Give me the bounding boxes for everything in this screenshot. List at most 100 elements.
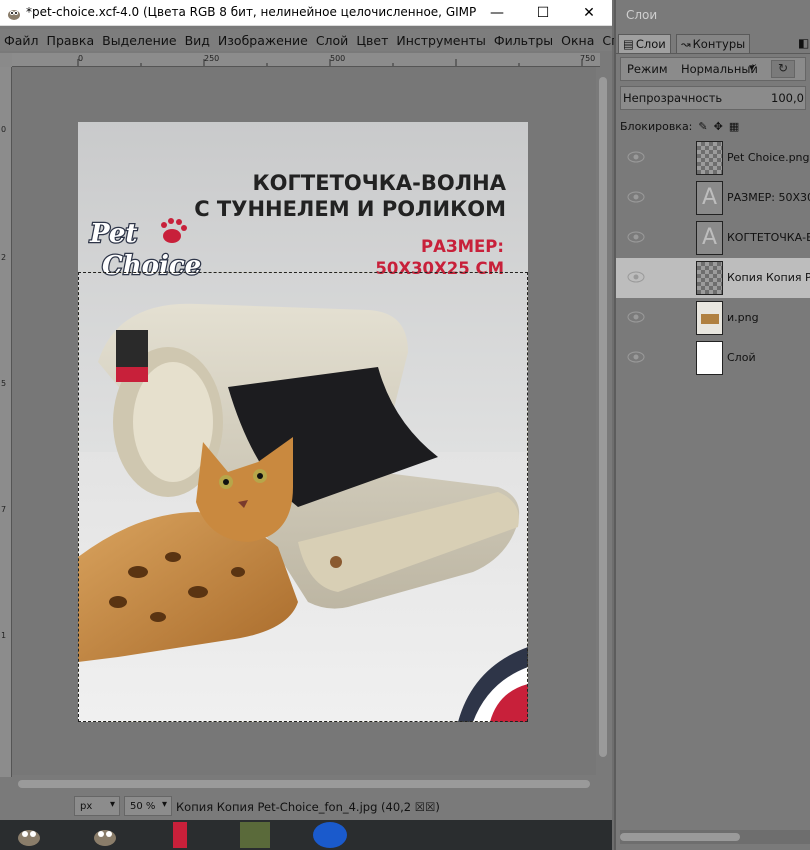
menu-file[interactable]: Файл [0,33,43,48]
layer-boundary [78,272,528,722]
tab-paths-label: Контуры [692,37,746,51]
lock-alpha-icon[interactable]: ▦ [729,120,739,133]
ruler-tick-label: 5 [1,379,7,388]
image-thumbnail-taskbar[interactable] [305,820,355,850]
menu-filters[interactable]: Фильтры [490,33,557,48]
paw-icon [161,218,187,243]
layer-row[interactable]: Pet Choice.png [616,138,810,178]
layer-row[interactable]: A РАЗМЕР: 50X30X2 [616,178,810,218]
text-layer-icon: A [696,181,723,215]
menu-view[interactable]: Вид [181,33,214,48]
paths-icon: ↝ [681,37,691,51]
logo-word-pet: Pet [89,219,137,249]
horizontal-scrollbar-thumb[interactable] [18,780,590,788]
taskbar [0,820,612,850]
menu-tools[interactable]: Инструменты [392,33,489,48]
ruler-tick-label: 2 [1,253,7,262]
layer-thumbnail [696,301,723,335]
headline-line-2: С ТУННЕЛЕМ И РОЛИКОМ [194,197,506,221]
eye-icon[interactable] [626,190,646,204]
layer-row-selected[interactable]: Копия Копия Pet [616,258,810,298]
layer-row[interactable]: Слой [616,338,810,378]
size-label: РАЗМЕР: [421,237,504,256]
menu-layer[interactable]: Слой [312,33,353,48]
gimp-image-window: *pet-choice.xcf-4.0 (Цвета RGB 8 бит, не… [0,0,657,850]
tab-layers[interactable]: ▤ Слои [618,34,671,53]
eye-icon[interactable] [626,270,646,284]
headline-text: КОГТЕТОЧКА-ВОЛНА С ТУННЕЛЕМ И РОЛИКОМ [194,170,506,222]
dock-tabs: ▤ Слои ↝ Контуры ◧ [616,32,810,54]
dock-horizontal-scrollbar[interactable] [620,830,810,844]
eye-icon[interactable] [626,310,646,324]
zoom-value: 50 % [130,800,156,812]
gimp-taskbar-icon[interactable] [4,820,54,850]
horizontal-scrollbar[interactable] [12,777,596,791]
ruler-tick-label: 1 [1,631,7,640]
layer-thumbnail [696,261,723,295]
layers-list: Pet Choice.png A РАЗМЕР: 50X30X2 A КОГТЕ… [616,138,810,378]
eye-icon[interactable] [626,350,646,364]
status-bar: px ▾ 50 % ▾ Копия Копия Pet-Choice_fon_4… [0,792,612,820]
menu-edit[interactable]: Правка [43,33,99,48]
ruler-tick-label: 7 [1,505,7,514]
layer-name: КОГТЕТОЧКА-ВОЛ [727,231,810,244]
eye-icon[interactable] [626,150,646,164]
title-bar: *pet-choice.xcf-4.0 (Цвета RGB 8 бит, не… [0,0,612,26]
layer-thumbnail [696,341,723,375]
dock-scrollbar-thumb[interactable] [620,833,740,841]
minimize-button[interactable]: — [474,0,520,26]
layer-name: Копия Копия Pet [727,271,810,284]
unit-select[interactable]: px ▾ [74,796,120,816]
menu-bar: Файл Правка Выделение Вид Изображение Сл… [0,29,657,51]
mode-value: Нормальный [681,62,758,76]
menu-image[interactable]: Изображение [214,33,312,48]
menu-select[interactable]: Выделение [98,33,180,48]
gimp-taskbar-icon[interactable] [80,820,130,850]
lock-row: Блокировка: ✎ ✥ ▦ [620,118,810,134]
layer-row[interactable]: A КОГТЕТОЧКА-ВОЛ [616,218,810,258]
layer-name: Pet Choice.png [727,151,810,164]
vertical-scrollbar-thumb[interactable] [599,77,607,757]
dock-menu-icon[interactable]: ◧ [798,36,809,50]
image-thumbnail-taskbar[interactable] [230,820,280,850]
menu-color[interactable]: Цвет [352,33,392,48]
maximize-button[interactable]: ☐ [520,0,566,26]
opacity-label: Непрозрачность [623,91,723,105]
status-message: Копия Копия Pet-Choice_fon_4.jpg (40,2 ☒… [176,800,440,814]
vertical-ruler[interactable]: 0 2 5 7 1 [0,67,12,777]
menu-windows[interactable]: Окна [557,33,598,48]
opacity-value: 100,0 [771,91,804,105]
gimp-app-icon [6,5,22,21]
reset-mode-icon[interactable]: ↻ [771,60,795,78]
lock-position-icon[interactable]: ✥ [714,120,723,133]
headline-line-1: КОГТЕТОЧКА-ВОЛНА [252,171,506,195]
text-layer-icon: A [696,221,723,255]
layers-icon: ▤ [623,37,634,51]
mode-label: Режим [627,62,668,76]
layer-name: Слой [727,351,756,364]
ruler-ticks [77,59,583,66]
opacity-field[interactable]: Непрозрачность 100,0 [620,86,806,110]
chevron-down-icon: ▾ [161,799,167,810]
close-button[interactable]: ✕ [566,0,612,26]
lock-label: Блокировка: [620,119,693,133]
zoom-select[interactable]: 50 % ▾ [124,796,172,816]
ruler-corner[interactable] [0,53,12,67]
layer-name: РАЗМЕР: 50X30X2 [727,191,810,204]
layer-row[interactable]: и.png [616,298,810,338]
vertical-scrollbar[interactable] [596,67,610,775]
tab-layers-label: Слои [635,37,666,51]
window-title: *pet-choice.xcf-4.0 (Цвета RGB 8 бит, не… [26,5,476,19]
tab-paths[interactable]: ↝ Контуры [676,34,751,53]
chevron-down-icon: ▾ [749,61,755,74]
eye-icon[interactable] [626,230,646,244]
lock-pixels-icon[interactable]: ✎ [698,120,707,133]
mode-select[interactable]: Режим Нормальный ▾ ↻ [620,57,806,81]
ruler-tick-label: 0 [1,125,7,134]
image-document[interactable]: Pet Choice КОГТЕТОЧКА-ВОЛНА С ТУННЕЛЕМ И… [78,122,528,722]
image-thumbnail-taskbar[interactable] [155,820,205,850]
image-canvas[interactable]: Pet Choice КОГТЕТОЧКА-ВОЛНА С ТУННЕЛЕМ И… [12,67,596,775]
horizontal-ruler[interactable]: 0 250 500 750 [12,53,600,67]
dock-title: Слои [626,8,658,22]
unit-value: px [80,800,93,812]
